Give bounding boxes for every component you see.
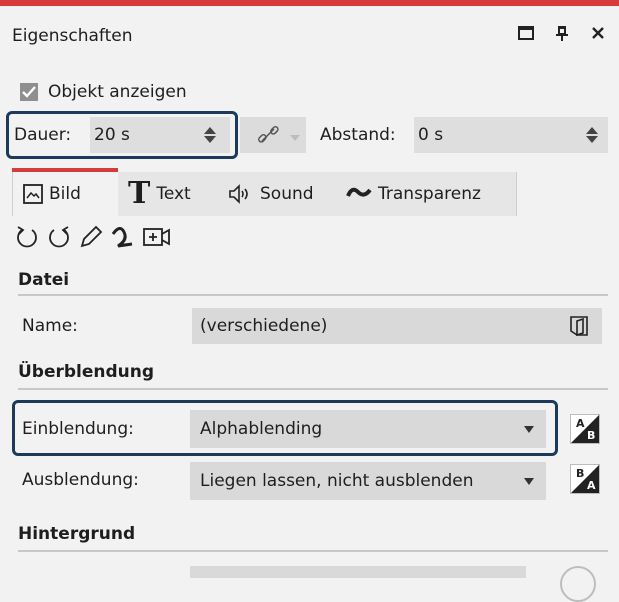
- fade-out-label: Ausblendung:: [22, 470, 139, 490]
- pin-icon[interactable]: [551, 22, 573, 44]
- camera-zoom-icon[interactable]: [142, 224, 172, 250]
- link-icon: [258, 126, 279, 143]
- chevron-down-icon: [524, 478, 534, 485]
- image-icon: [23, 184, 43, 204]
- maximize-icon[interactable]: [515, 22, 537, 44]
- spin-down-icon[interactable]: [204, 136, 216, 143]
- name-value: (verschiedene): [200, 316, 328, 336]
- close-icon[interactable]: [587, 22, 609, 44]
- speaker-icon: [229, 184, 248, 204]
- spacing-spinner[interactable]: [586, 127, 598, 143]
- background-field-partial[interactable]: [190, 566, 526, 578]
- svg-text:A: A: [587, 479, 596, 492]
- window-top-accent: [0, 0, 619, 6]
- section-datei-title: Datei: [18, 270, 70, 290]
- fade-in-dropdown[interactable]: Alphablending: [190, 410, 546, 448]
- ba-transition-icon: B A: [571, 465, 599, 493]
- panel-title: Eigenschaften: [12, 26, 133, 46]
- show-object-row[interactable]: Objekt anzeigen: [20, 82, 187, 102]
- link-dropdown-icon: [290, 135, 300, 141]
- duration-spinner[interactable]: [204, 127, 216, 143]
- toolbar: [14, 224, 172, 250]
- fade-out-value: Liegen lassen, nicht ausblenden: [200, 471, 474, 491]
- window-buttons: [515, 22, 609, 44]
- fade-in-label: Einblendung:: [22, 419, 134, 439]
- fade-in-value: Alphablending: [200, 419, 323, 439]
- spacing-field[interactable]: 0 s: [414, 117, 608, 153]
- rotate-right-icon[interactable]: [46, 224, 72, 250]
- fade-out-preview-button[interactable]: B A: [570, 464, 600, 494]
- transparency-icon: [346, 187, 372, 197]
- tab-label: Transparenz: [378, 184, 481, 204]
- spacing-value[interactable]: 0 s: [418, 125, 443, 145]
- name-label: Name:: [22, 316, 78, 336]
- spin-down-icon[interactable]: [586, 136, 598, 143]
- section-divider: [18, 388, 608, 390]
- color-picker-icon[interactable]: [560, 566, 596, 602]
- ab-transition-icon: A B: [571, 415, 599, 443]
- svg-text:A: A: [576, 417, 585, 430]
- rotate-left-icon[interactable]: [14, 224, 40, 250]
- spin-up-icon[interactable]: [586, 127, 598, 134]
- chevron-down-icon: [524, 426, 534, 433]
- tab-label: Text: [156, 184, 191, 204]
- duration-label: Dauer:: [14, 125, 72, 145]
- fade-out-dropdown[interactable]: Liegen lassen, nicht ausblenden: [190, 462, 546, 500]
- svg-text:B: B: [576, 467, 584, 480]
- name-field[interactable]: (verschiedene): [192, 308, 602, 344]
- tab-transparenz[interactable]: Transparenz: [336, 172, 517, 216]
- curve-icon[interactable]: [110, 224, 136, 250]
- duration-value[interactable]: 20 s: [94, 125, 130, 145]
- section-ueberblendung-title: Überblendung: [18, 362, 155, 382]
- fade-in-preview-button[interactable]: A B: [570, 414, 600, 444]
- show-object-label: Objekt anzeigen: [48, 82, 187, 102]
- pen-icon[interactable]: [78, 224, 104, 250]
- tab-label: Bild: [49, 184, 81, 204]
- spacing-label: Abstand:: [320, 125, 396, 145]
- section-divider: [18, 550, 608, 552]
- svg-text:B: B: [587, 429, 595, 442]
- tab-label: Sound: [260, 184, 314, 204]
- section-divider: [18, 294, 608, 296]
- tab-bild[interactable]: Bild: [12, 172, 119, 216]
- tab-sound[interactable]: Sound: [218, 172, 337, 216]
- text-icon: T: [128, 176, 151, 211]
- open-file-icon[interactable]: [568, 315, 590, 337]
- section-hintergrund-title: Hintergrund: [18, 524, 136, 544]
- spin-up-icon[interactable]: [204, 127, 216, 134]
- link-button[interactable]: [240, 117, 306, 153]
- tab-text[interactable]: T Text: [118, 172, 219, 216]
- show-object-checkbox[interactable]: [20, 83, 38, 101]
- duration-field[interactable]: 20 s: [90, 117, 230, 153]
